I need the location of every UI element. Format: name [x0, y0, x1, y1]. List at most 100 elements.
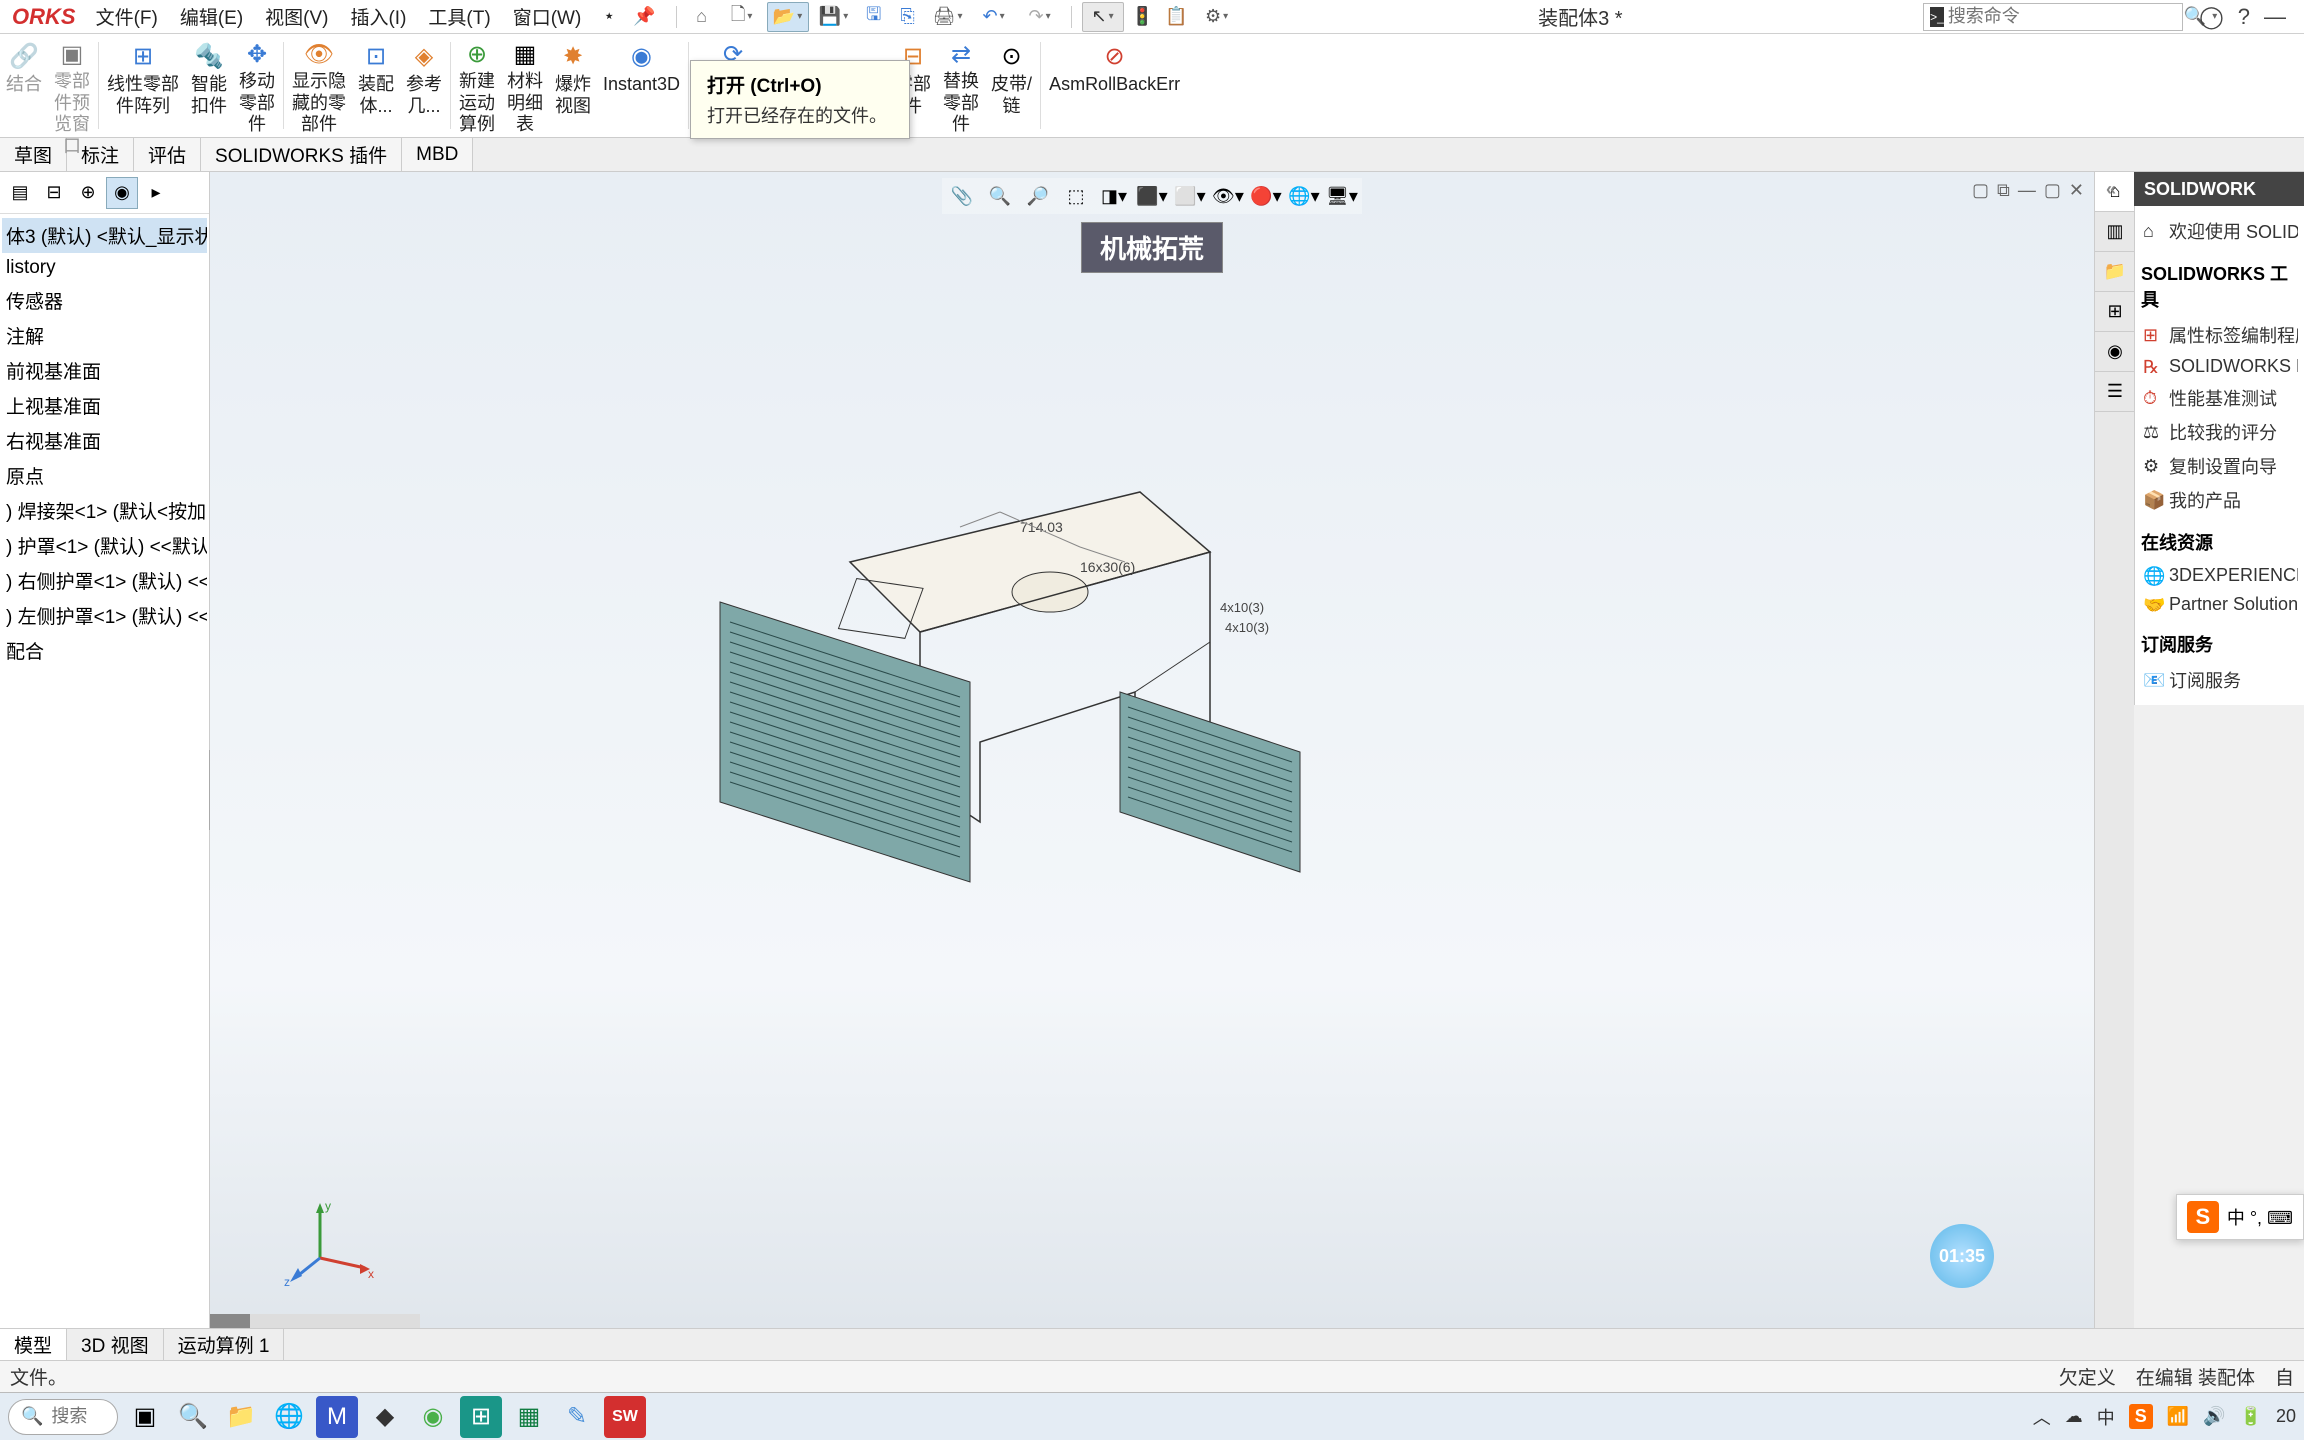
minimize-icon[interactable]: —	[2264, 4, 2286, 30]
menu-view[interactable]: 视图(V)	[255, 0, 338, 34]
ft-origin[interactable]: 原点	[2, 458, 207, 493]
hud-vieworient-icon[interactable]: ⬛▾	[1136, 182, 1168, 210]
rb-replace[interactable]: ⇄替换 零部 件	[937, 34, 985, 137]
rb-smartfastener[interactable]: 🔩智能 扣件	[185, 34, 233, 137]
tp-myproducts[interactable]: 📦我的产品	[2141, 483, 2298, 517]
taskbar-search-input[interactable]	[51, 1406, 111, 1427]
hud-prev-icon[interactable]: ⬚	[1060, 182, 1092, 210]
tp-benchmark[interactable]: ⏱性能基准测试	[2141, 381, 2298, 415]
tray-volume-icon[interactable]: 🔊	[2203, 1406, 2225, 1427]
home-button[interactable]: ⌂	[687, 2, 717, 32]
rb-bom[interactable]: ▦材料 明细 表	[501, 34, 549, 137]
tp-welcome[interactable]: ⌂欢迎使用 SOLID	[2141, 214, 2298, 248]
saveall-button[interactable]: 🖫	[859, 2, 889, 32]
rb-belt[interactable]: ⊙皮带/ 链	[985, 34, 1038, 137]
rb-rollback[interactable]: ⊘AsmRollBackErr	[1043, 34, 1186, 137]
hud-section-icon[interactable]: ◨▾	[1098, 182, 1130, 210]
hud-attach-icon[interactable]: 📎	[946, 182, 978, 210]
tb-solidworks[interactable]: SW	[604, 1396, 646, 1438]
vp-window1-icon[interactable]: ▢	[1972, 180, 1989, 201]
hud-display-icon[interactable]: ⬜▾	[1174, 182, 1206, 210]
ft-part2[interactable]: ) 护罩<1> (默认) <<默认	[2, 528, 207, 563]
tp-partner[interactable]: 🤝Partner Solutions	[2141, 590, 2298, 619]
hud-zoomarea-icon[interactable]: 🔎	[1022, 182, 1054, 210]
rb-mate[interactable]: 🔗结合	[0, 34, 48, 137]
print-button[interactable]: 🖨▾	[927, 2, 969, 32]
tp-tab-file[interactable]: 📁	[2095, 252, 2135, 292]
hud-hide-icon[interactable]: 👁▾	[1212, 182, 1244, 210]
ft-tab1[interactable]: ▤	[4, 177, 36, 209]
tp-subscribe[interactable]: 📧订阅服务	[2141, 663, 2298, 697]
tray-cloud-icon[interactable]: ☁	[2065, 1406, 2083, 1427]
tb-app4[interactable]: ⊞	[460, 1396, 502, 1438]
tray-ime-icon[interactable]: 中	[2097, 1404, 2115, 1430]
rb-move[interactable]: ✥移动 零部 件	[233, 34, 281, 137]
hud-render-icon[interactable]: 🖥▾	[1326, 182, 1358, 210]
rb-motionstudy[interactable]: ⊕新建 运动 算例	[453, 34, 501, 137]
tb-explorer[interactable]: 📁	[220, 1396, 262, 1438]
tb-app5[interactable]: ✎	[556, 1396, 598, 1438]
menu-insert[interactable]: 插入(I)	[340, 0, 416, 34]
rebuild-button[interactable]: 🚦	[1128, 2, 1158, 32]
ime-float[interactable]: S 中 °, ⌨	[2176, 1194, 2304, 1240]
vp-minimize-icon[interactable]: —	[2018, 180, 2036, 201]
ft-tab3[interactable]: ⊕	[72, 177, 104, 209]
copy-button[interactable]: ⎘	[893, 2, 923, 32]
rb-pattern[interactable]: ⊞线性零部 件阵列	[101, 34, 185, 137]
tb-app1[interactable]: M	[316, 1396, 358, 1438]
ft-more[interactable]: ▸	[140, 177, 172, 209]
vp-window2-icon[interactable]: ⧉	[1997, 180, 2010, 201]
tray-battery-icon[interactable]: 🔋	[2240, 1406, 2262, 1427]
ft-part3[interactable]: ) 右侧护罩<1> (默认) <<	[2, 563, 207, 598]
ft-annotations[interactable]: 注解	[2, 318, 207, 353]
rb-explode[interactable]: ✸爆炸 视图	[549, 34, 597, 137]
feature-tree[interactable]: 体3 (默认) <默认_显示状态 listory 传感器 注解 前视基准面 上视…	[0, 214, 209, 672]
tab-mbd[interactable]: MBD	[402, 138, 473, 171]
tb-taskview[interactable]: ▣	[124, 1396, 166, 1438]
hud-appearance-icon[interactable]: 🔴▾	[1250, 182, 1282, 210]
tp-collapse-icon[interactable]: «	[2106, 179, 2116, 200]
ft-tab2[interactable]: ⊟	[38, 177, 70, 209]
redo-button[interactable]: ↷▾	[1019, 2, 1061, 32]
settings-button[interactable]: ⚙▾	[1196, 2, 1238, 32]
tp-tab-lib[interactable]: ▥	[2095, 212, 2135, 252]
tp-tab-view[interactable]: ⊞	[2095, 292, 2135, 332]
tray-wifi-icon[interactable]: 📶	[2167, 1406, 2189, 1427]
rb-refgeo[interactable]: ◈参考 几...	[400, 34, 448, 137]
new-button[interactable]: 🗋▾	[721, 2, 763, 32]
btab-3dview[interactable]: 3D 视图	[67, 1329, 164, 1360]
tp-3dexp[interactable]: 🌐3DEXPERIENCE M	[2141, 561, 2298, 590]
tp-compare[interactable]: ⚖比较我的评分	[2141, 415, 2298, 449]
pin-icon[interactable]: 📌	[633, 6, 655, 27]
save-button[interactable]: 💾▾	[813, 2, 855, 32]
command-search[interactable]: >_ 🔍 ▾	[1923, 3, 2183, 31]
tp-tab-appear[interactable]: ◉	[2095, 332, 2135, 372]
menu-edit[interactable]: 编辑(E)	[170, 0, 253, 34]
tray-clock[interactable]: 20	[2276, 1406, 2296, 1427]
tb-search2[interactable]: 🔍	[172, 1396, 214, 1438]
h-scrollbar[interactable]	[210, 1314, 250, 1328]
options2-button[interactable]: 📋	[1162, 2, 1192, 32]
undo-button[interactable]: ↶▾	[973, 2, 1015, 32]
view-triad[interactable]: y x z	[280, 1188, 380, 1288]
ft-mates[interactable]: 配合	[2, 633, 207, 668]
tp-rx[interactable]: ℞SOLIDWORKS Rx	[2141, 352, 2298, 381]
open-button[interactable]: 📂▾	[767, 2, 809, 32]
help-icon[interactable]: ?	[2238, 4, 2250, 30]
user-icon[interactable]: ◯	[2199, 4, 2224, 30]
viewport-3d[interactable]: 📎 🔍 🔎 ⬚ ◨▾ ⬛▾ ⬜▾ 👁▾ 🔴▾ 🌐▾ 🖥▾ ▢ ⧉ — ▢ ✕ 机…	[210, 172, 2094, 1328]
menu-star[interactable]: ⋆	[593, 1, 625, 32]
rb-instant3d[interactable]: ◉Instant3D	[597, 34, 686, 137]
tp-prop-tag[interactable]: ⊞属性标签编制程序	[2141, 318, 2298, 352]
hud-scene-icon[interactable]: 🌐▾	[1288, 182, 1320, 210]
vp-close-icon[interactable]: ✕	[2069, 180, 2084, 201]
ft-part4[interactable]: ) 左侧护罩<1> (默认) <<	[2, 598, 207, 633]
taskbar-search[interactable]: 🔍	[8, 1399, 118, 1435]
ft-part1[interactable]: ) 焊接架<1> (默认<按加	[2, 493, 207, 528]
menu-tools[interactable]: 工具(T)	[418, 0, 500, 34]
search-input[interactable]	[1948, 6, 2180, 27]
menu-window[interactable]: 窗口(W)	[503, 0, 592, 34]
rb-showhide[interactable]: 👁显示隐 藏的零 部件	[286, 34, 352, 137]
tab-evaluate[interactable]: 评估	[134, 138, 201, 171]
ft-front[interactable]: 前视基准面	[2, 353, 207, 388]
